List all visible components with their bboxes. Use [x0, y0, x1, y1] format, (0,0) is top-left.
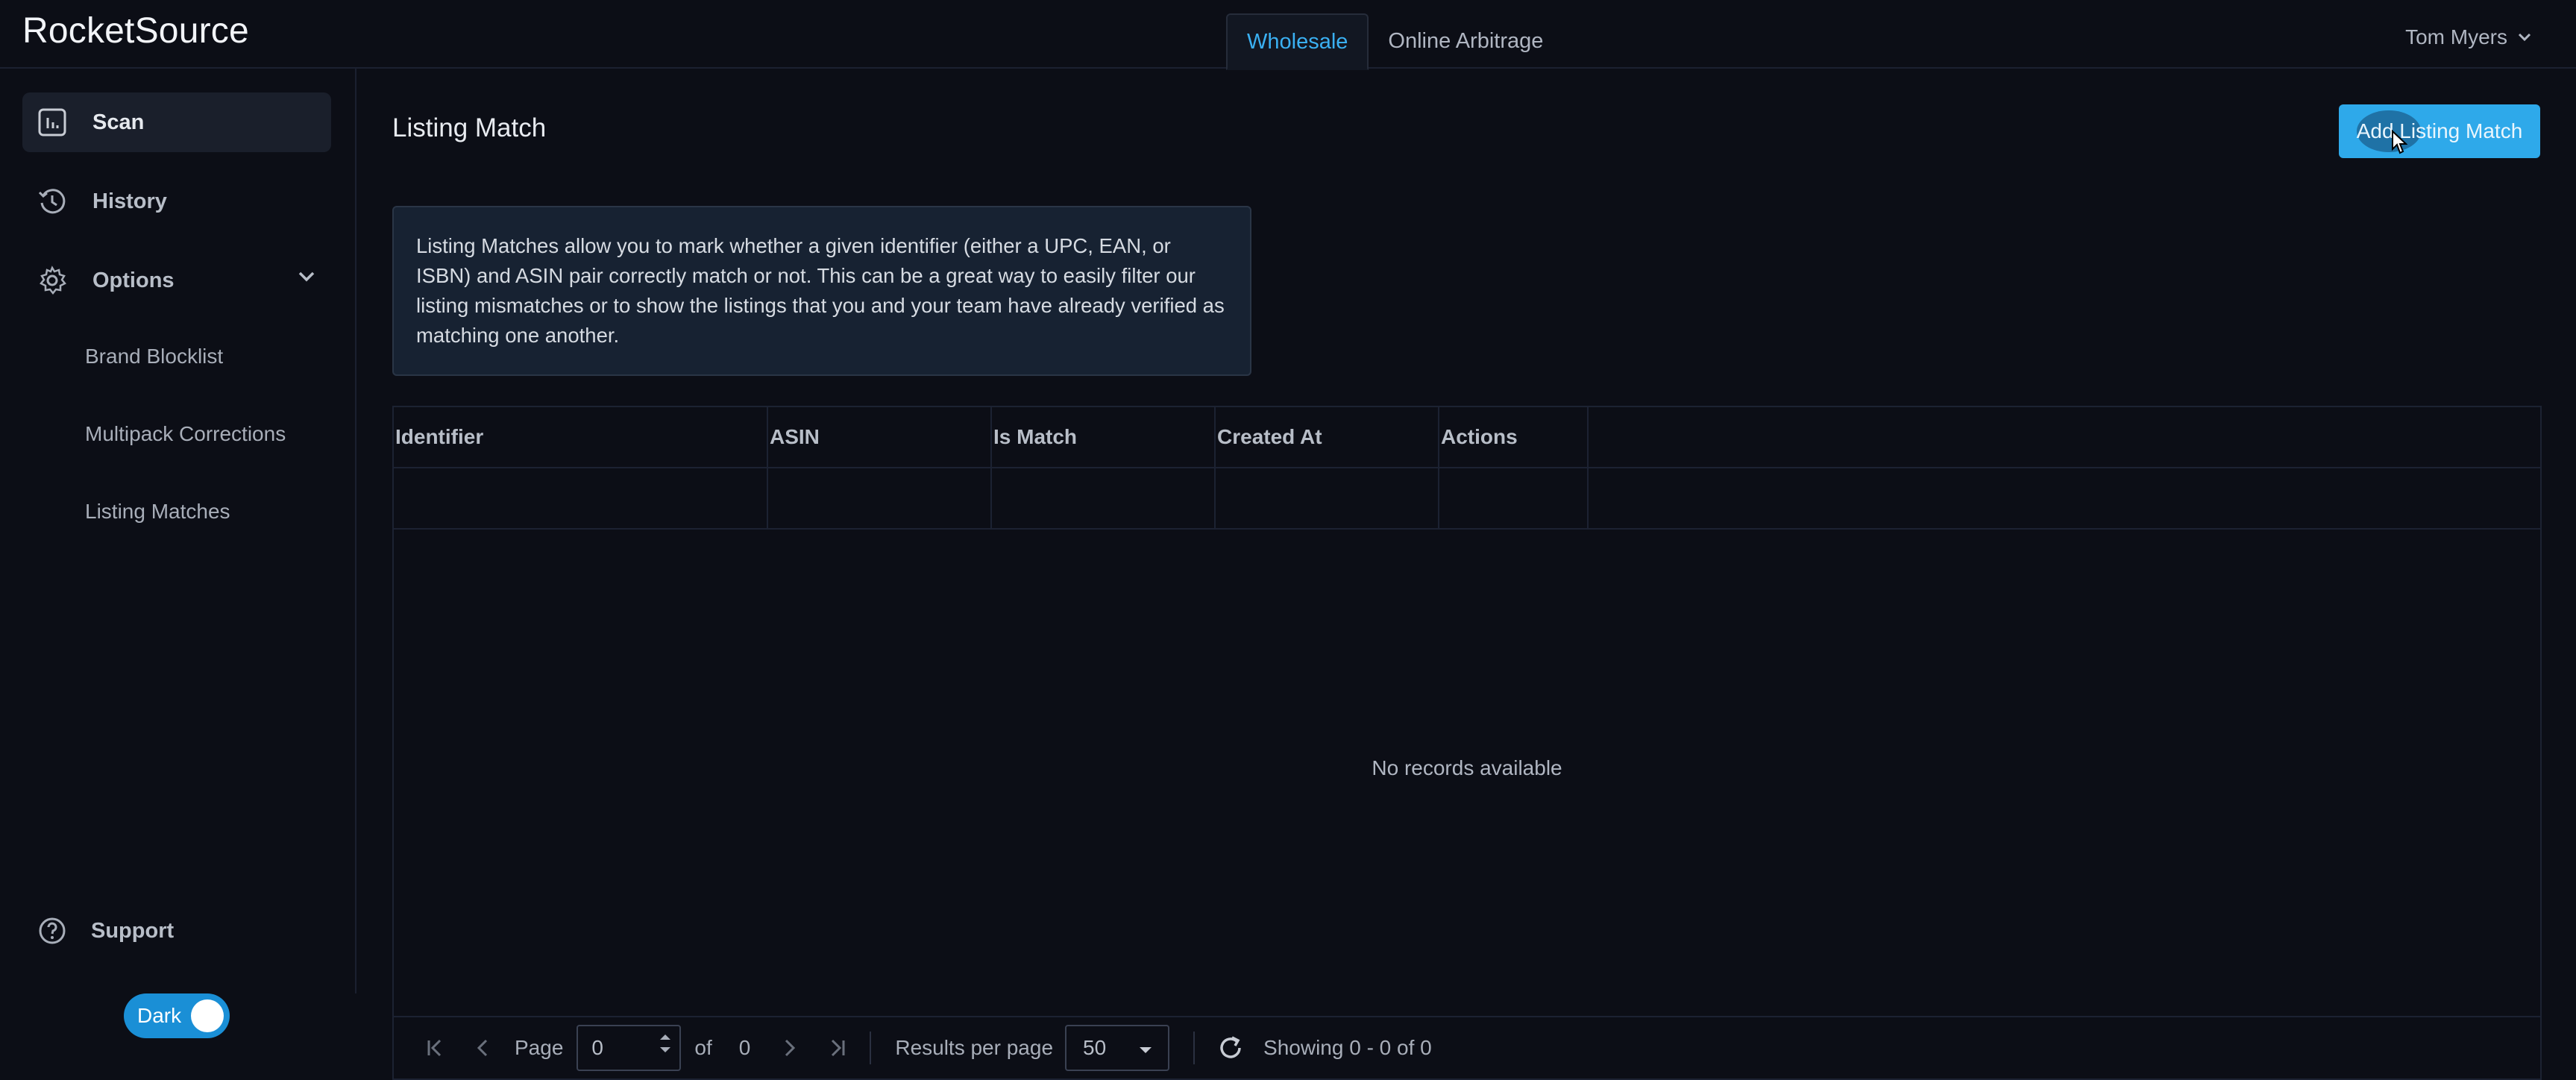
- support-label: Support: [91, 918, 175, 943]
- theme-toggle-label: Dark: [137, 1004, 182, 1027]
- filter-cell-is-match[interactable]: [992, 468, 1216, 528]
- sidebar-item-label: Scan: [92, 110, 145, 134]
- page-number-input[interactable]: 0: [577, 1025, 682, 1071]
- pager-divider: [870, 1032, 872, 1064]
- mode-tabs: Wholesale Online Arbitrage: [1226, 13, 1562, 70]
- filter-cell-created-at[interactable]: [1216, 468, 1439, 528]
- user-menu[interactable]: Tom Myers: [2405, 25, 2531, 49]
- of-label: of: [694, 1036, 712, 1059]
- page-number-value: 0: [591, 1036, 603, 1059]
- results-per-page-value: 50: [1083, 1036, 1107, 1059]
- page-stepper[interactable]: [659, 1032, 672, 1055]
- chevron-down-icon: [298, 271, 315, 282]
- listing-match-grid: Identifier ASIN Is Match Created At Acti…: [392, 406, 2542, 1080]
- gear-icon: [36, 264, 69, 297]
- showing-text: Showing 0 - 0 of 0: [1263, 1036, 1432, 1059]
- top-bar: RocketSource Wholesale Online Arbitrage …: [0, 0, 2576, 70]
- sidebar-item-label: History: [92, 189, 167, 213]
- sidebar-item-support[interactable]: Support: [22, 914, 174, 947]
- pager-divider: [1193, 1032, 1196, 1064]
- sidebar-subitem-brand-blocklist[interactable]: Brand Blocklist: [85, 345, 223, 368]
- stepper-down-icon[interactable]: [659, 1046, 672, 1055]
- first-page-icon[interactable]: [419, 1032, 452, 1064]
- theme-toggle[interactable]: Dark: [124, 993, 230, 1038]
- sidebar-subitem-multipack-corrections[interactable]: Multipack Corrections: [85, 422, 286, 446]
- app-logo[interactable]: RocketSource: [22, 10, 249, 51]
- grid-header: Identifier ASIN Is Match Created At Acti…: [394, 407, 2540, 468]
- toggle-knob: [191, 999, 224, 1032]
- filter-row: [394, 468, 2540, 530]
- user-name: Tom Myers: [2405, 25, 2507, 48]
- chevron-down-icon: [2518, 33, 2531, 42]
- help-icon: [36, 914, 69, 947]
- empty-message: No records available: [1372, 756, 1562, 779]
- sidebar-subitem-listing-matches[interactable]: Listing Matches: [85, 500, 230, 524]
- page-title: Listing Match: [392, 113, 547, 142]
- column-header-is-match[interactable]: Is Match: [992, 407, 1216, 467]
- stepper-up-icon[interactable]: [659, 1032, 672, 1041]
- info-box: Listing Matches allow you to mark whethe…: [392, 206, 1251, 376]
- last-page-icon[interactable]: [820, 1032, 853, 1064]
- total-pages: 0: [738, 1036, 751, 1059]
- pager: Page 0 of 0 Results per page 50 Showing …: [394, 1016, 2540, 1079]
- app-root: RocketSource Wholesale Online Arbitrage …: [0, 0, 2576, 1080]
- sidebar-item-scan[interactable]: Scan: [22, 92, 331, 152]
- history-icon: [36, 185, 69, 218]
- column-header-asin[interactable]: ASIN: [768, 407, 992, 467]
- sidebar-item-options[interactable]: Options: [22, 251, 331, 310]
- tab-wholesale[interactable]: Wholesale: [1226, 13, 1369, 70]
- next-page-icon[interactable]: [773, 1032, 805, 1064]
- results-per-page-label: Results per page: [895, 1036, 1054, 1059]
- page-label: Page: [515, 1036, 564, 1059]
- filter-cell-asin[interactable]: [768, 468, 992, 528]
- chart-icon: [36, 106, 69, 139]
- column-header-actions[interactable]: Actions: [1439, 407, 1589, 467]
- filter-cell-actions: [1439, 468, 1589, 528]
- add-listing-match-label: Add Listing Match: [2356, 119, 2523, 142]
- tab-online-arbitrage[interactable]: Online Arbitrage: [1369, 13, 1562, 69]
- results-per-page-select[interactable]: 50: [1065, 1025, 1170, 1071]
- caret-down-icon: [1140, 1047, 1152, 1053]
- add-listing-match-button[interactable]: Add Listing Match: [2339, 104, 2540, 158]
- sidebar-item-label: Options: [92, 268, 175, 292]
- refresh-icon[interactable]: [1214, 1032, 1247, 1064]
- filter-cell-identifier[interactable]: [394, 468, 768, 528]
- previous-page-icon[interactable]: [467, 1032, 500, 1064]
- column-header-created-at[interactable]: Created At: [1216, 407, 1439, 467]
- mouse-cursor-icon: [2392, 130, 2407, 154]
- sidebar-item-history[interactable]: History: [22, 172, 331, 231]
- column-header-identifier[interactable]: Identifier: [394, 407, 768, 467]
- sidebar: Scan History Options Brand Blocklist Mul…: [0, 69, 356, 1038]
